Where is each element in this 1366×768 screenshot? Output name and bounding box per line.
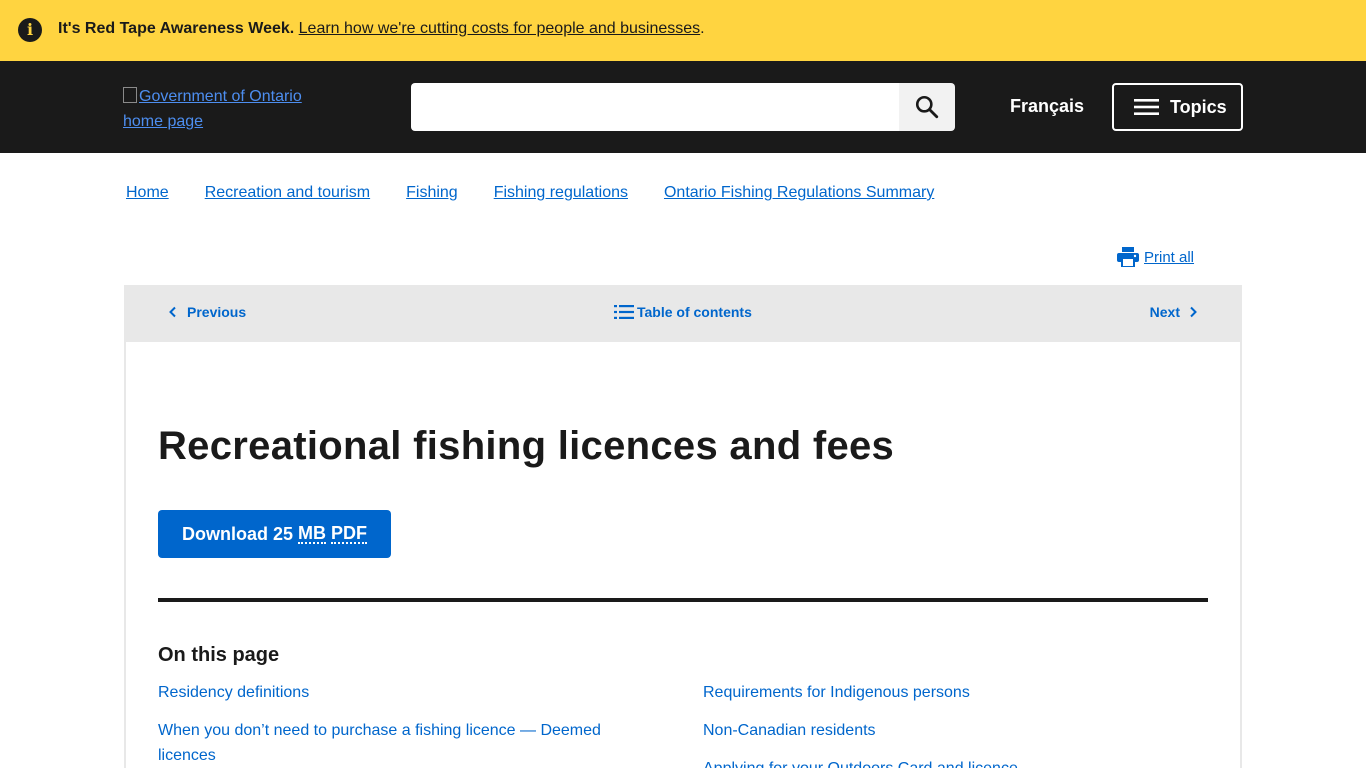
breadcrumb-home[interactable]: Home — [126, 183, 169, 203]
link-indigenous-persons[interactable]: Requirements for Indigenous persons — [703, 680, 1173, 705]
on-this-page-left-column: Residency definitions When you don’t nee… — [158, 680, 628, 768]
on-this-page-right-column: Requirements for Indigenous persons Non-… — [703, 680, 1173, 768]
logo-link[interactable]: Government of Ontario home page — [123, 84, 323, 134]
topics-button[interactable]: Topics — [1112, 83, 1243, 131]
alert-link[interactable]: Learn how we're cutting costs for people… — [299, 20, 701, 37]
download-mb-abbr: MB — [298, 523, 326, 544]
print-all-label: Print all — [1144, 248, 1195, 266]
breadcrumb-fishing-regulations[interactable]: Fishing regulations — [494, 183, 628, 203]
list-icon — [614, 305, 634, 319]
search-icon — [915, 95, 939, 119]
on-this-page-heading: On this page — [158, 644, 280, 666]
alert-text: It's Red Tape Awareness Week. Learn how … — [58, 19, 705, 39]
table-of-contents-link[interactable]: Table of contents — [614, 304, 752, 320]
alert-bold-text: It's Red Tape Awareness Week. — [58, 20, 295, 37]
search-input[interactable] — [411, 83, 899, 131]
broken-image-icon — [123, 87, 137, 103]
previous-label: Previous — [187, 304, 247, 320]
breadcrumb-regulations-summary[interactable]: Ontario Fishing Regulations Summary — [664, 183, 934, 203]
download-pdf-button[interactable]: Download 25 MB PDF — [158, 510, 391, 558]
page-navigation: Previous Table of contents Next — [124, 285, 1242, 342]
chevron-left-icon — [169, 306, 176, 318]
breadcrumb: Home Recreation and tourism Fishing Fish… — [126, 183, 970, 203]
site-header: Government of Ontario home page Français… — [0, 61, 1366, 153]
section-divider — [158, 598, 1208, 602]
breadcrumb-recreation-tourism[interactable]: Recreation and tourism — [205, 183, 370, 203]
download-pdf-abbr: PDF — [331, 523, 368, 544]
topics-label: Topics — [1170, 96, 1227, 117]
link-residency-definitions[interactable]: Residency definitions — [158, 680, 628, 705]
link-outdoors-card[interactable]: Applying for your Outdoors Card and lice… — [703, 756, 1173, 768]
link-deemed-licences[interactable]: When you don’t need to purchase a fishin… — [158, 718, 628, 768]
page-title: Recreational fishing licences and fees — [158, 424, 895, 468]
print-all-link[interactable]: Print all — [1117, 247, 1194, 267]
alert-suffix: . — [700, 20, 705, 37]
logo-alt-text: Government of Ontario home page — [123, 88, 302, 130]
menu-icon — [1134, 99, 1159, 115]
alert-banner: i It's Red Tape Awareness Week. Learn ho… — [0, 0, 1366, 61]
link-non-canadian-residents[interactable]: Non-Canadian residents — [703, 718, 1173, 743]
breadcrumb-fishing[interactable]: Fishing — [406, 183, 458, 203]
chevron-right-icon — [1190, 306, 1197, 318]
download-label: Download 25 — [181, 523, 298, 544]
printer-icon — [1117, 247, 1139, 267]
next-label: Next — [1149, 304, 1180, 320]
previous-link[interactable]: Previous — [168, 304, 246, 320]
next-link[interactable]: Next — [1150, 304, 1198, 320]
info-icon: i — [18, 18, 42, 42]
language-toggle[interactable]: Français — [1010, 96, 1084, 117]
search-button[interactable] — [899, 83, 955, 131]
table-of-contents-label: Table of contents — [637, 304, 752, 320]
